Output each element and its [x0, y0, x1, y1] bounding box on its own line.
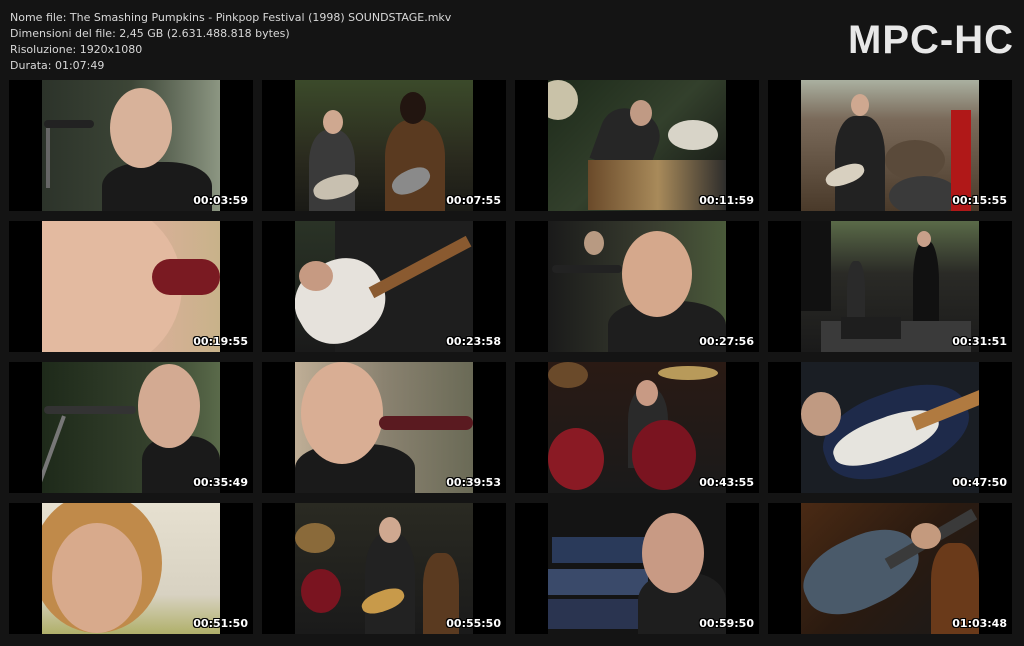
timestamp: 00:15:55: [952, 194, 1007, 207]
thumbnail[interactable]: 00:39:53: [262, 362, 506, 493]
thumbnail-image: [42, 362, 220, 493]
thumbnail[interactable]: 00:59:50: [515, 503, 759, 634]
thumbnail-image: [295, 80, 473, 211]
thumbnail-image: [801, 221, 979, 352]
thumbnail[interactable]: 00:43:55: [515, 362, 759, 493]
timestamp: 00:03:59: [193, 194, 248, 207]
timestamp: 00:59:50: [699, 617, 754, 630]
timestamp: 00:23:58: [446, 335, 501, 348]
thumbnail-image: [548, 503, 726, 634]
timestamp: 00:47:50: [952, 476, 1007, 489]
duration: Durata: 01:07:49: [10, 59, 105, 72]
timestamp: 00:39:53: [446, 476, 501, 489]
thumbnail[interactable]: 01:03:48: [768, 503, 1012, 634]
thumbnail[interactable]: 00:47:50: [768, 362, 1012, 493]
thumbnail-image: [548, 221, 726, 352]
thumbnail-image: [42, 503, 220, 634]
thumbnail-image: [42, 80, 220, 211]
timestamp: 00:43:55: [699, 476, 754, 489]
thumbnail-grid: 00:03:59 00:07:55 00:11:59 00:15:55 00:1…: [9, 80, 1019, 636]
thumbnail-image: [548, 80, 726, 211]
thumbnail-image: [801, 362, 979, 493]
timestamp: 00:55:50: [446, 617, 501, 630]
thumbnail[interactable]: 00:07:55: [262, 80, 506, 211]
thumbnail-image: [801, 503, 979, 634]
thumbnail[interactable]: 00:27:56: [515, 221, 759, 352]
thumbnail[interactable]: 00:35:49: [9, 362, 253, 493]
resolution: Risoluzione: 1920x1080: [10, 43, 143, 56]
thumbnail-image: [801, 80, 979, 211]
timestamp: 00:31:51: [952, 335, 1007, 348]
file-info: Nome file: The Smashing Pumpkins - Pinkp…: [10, 10, 451, 74]
thumbnail[interactable]: 00:51:50: [9, 503, 253, 634]
timestamp: 00:35:49: [193, 476, 248, 489]
thumbnail[interactable]: 00:23:58: [262, 221, 506, 352]
thumbnail-image: [42, 221, 220, 352]
thumbnail[interactable]: 00:55:50: [262, 503, 506, 634]
thumbnail-image: [295, 503, 473, 634]
thumbnail[interactable]: 00:15:55: [768, 80, 1012, 211]
thumbnail-image: [295, 362, 473, 493]
thumbnail[interactable]: 00:31:51: [768, 221, 1012, 352]
timestamp: 00:07:55: [446, 194, 501, 207]
file-size: Dimensioni del file: 2,45 GB (2.631.488.…: [10, 27, 290, 40]
timestamp: 00:19:55: [193, 335, 248, 348]
file-name: Nome file: The Smashing Pumpkins - Pinkp…: [10, 11, 452, 24]
thumbnail[interactable]: 00:11:59: [515, 80, 759, 211]
thumbnail-image: [295, 221, 473, 352]
thumbnail-image: [548, 362, 726, 493]
timestamp: 00:27:56: [699, 335, 754, 348]
timestamp: 00:51:50: [193, 617, 248, 630]
timestamp: 01:03:48: [952, 617, 1007, 630]
thumbnail[interactable]: 00:03:59: [9, 80, 253, 211]
timestamp: 00:11:59: [699, 194, 754, 207]
mpc-hc-logo: MPC-HC: [848, 18, 1014, 62]
thumbnail[interactable]: 00:19:55: [9, 221, 253, 352]
